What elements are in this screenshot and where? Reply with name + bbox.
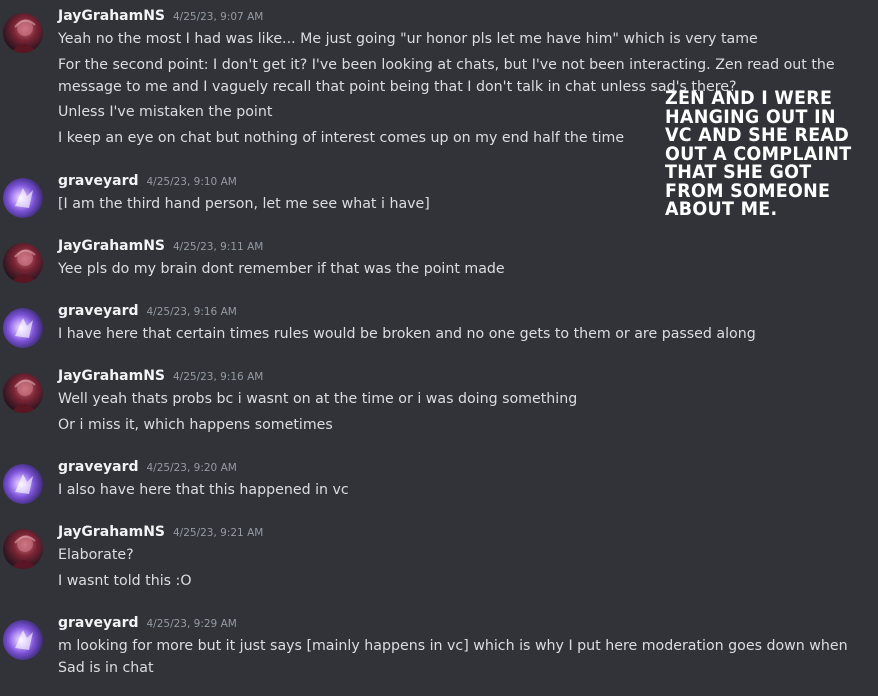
avatar[interactable]	[3, 373, 43, 413]
avatar[interactable]	[3, 308, 43, 348]
username[interactable]: JayGrahamNS	[58, 524, 165, 540]
username[interactable]: graveyard	[58, 615, 139, 631]
avatar[interactable]	[3, 13, 43, 53]
avatar[interactable]	[3, 243, 43, 283]
timestamp: 4/25/23, 9:21 AM	[173, 527, 264, 539]
timestamp: 4/25/23, 9:16 AM	[146, 306, 237, 318]
message-header: JayGrahamNS 4/25/23, 9:11 AM	[58, 238, 263, 260]
message-text: I wasnt told this :O	[58, 573, 192, 589]
message-text: Or i miss it, which happens sometimes	[58, 417, 333, 433]
timestamp: 4/25/23, 9:16 AM	[173, 371, 264, 383]
timestamp: 4/25/23, 9:11 AM	[173, 241, 264, 253]
username[interactable]: JayGrahamNS	[58, 368, 165, 384]
message-text: m looking for more but it just says [mai…	[58, 638, 848, 676]
message-text: Yeah no the most I had was like... Me ju…	[58, 31, 758, 47]
avatar[interactable]	[3, 620, 43, 660]
avatar[interactable]	[3, 529, 43, 569]
message-header: JayGrahamNS 4/25/23, 9:16 AM	[58, 368, 263, 390]
message-text: Elaborate?	[58, 547, 134, 563]
username[interactable]: JayGrahamNS	[58, 238, 165, 254]
message-header: graveyard 4/25/23, 9:10 AM	[58, 173, 237, 195]
message-text: I also have here that this happened in v…	[58, 482, 349, 498]
avatar[interactable]	[3, 464, 43, 504]
message-header: JayGrahamNS 4/25/23, 9:07 AM	[58, 8, 263, 30]
timestamp: 4/25/23, 9:20 AM	[146, 462, 237, 474]
message-text: Well yeah thats probs bc i wasnt on at t…	[58, 391, 578, 407]
message-header: graveyard 4/25/23, 9:20 AM	[58, 459, 237, 481]
username[interactable]: graveyard	[58, 173, 139, 189]
message-header: JayGrahamNS 4/25/23, 9:21 AM	[58, 524, 263, 546]
message-header: graveyard 4/25/23, 9:29 AM	[58, 615, 237, 637]
overlay-caption: ZEN AND I WERE HANGING OUT IN VC AND SHE…	[665, 87, 852, 220]
message-header: graveyard 4/25/23, 9:16 AM	[58, 303, 237, 325]
username[interactable]: graveyard	[58, 459, 139, 475]
username[interactable]: graveyard	[58, 303, 139, 319]
timestamp: 4/25/23, 9:07 AM	[173, 11, 264, 23]
timestamp: 4/25/23, 9:10 AM	[146, 176, 237, 188]
message-text: I have here that certain times rules wou…	[58, 326, 756, 342]
message-text: Yee pls do my brain dont remember if tha…	[58, 261, 505, 277]
timestamp: 4/25/23, 9:29 AM	[146, 618, 237, 630]
avatar[interactable]	[3, 178, 43, 218]
username[interactable]: JayGrahamNS	[58, 8, 165, 24]
